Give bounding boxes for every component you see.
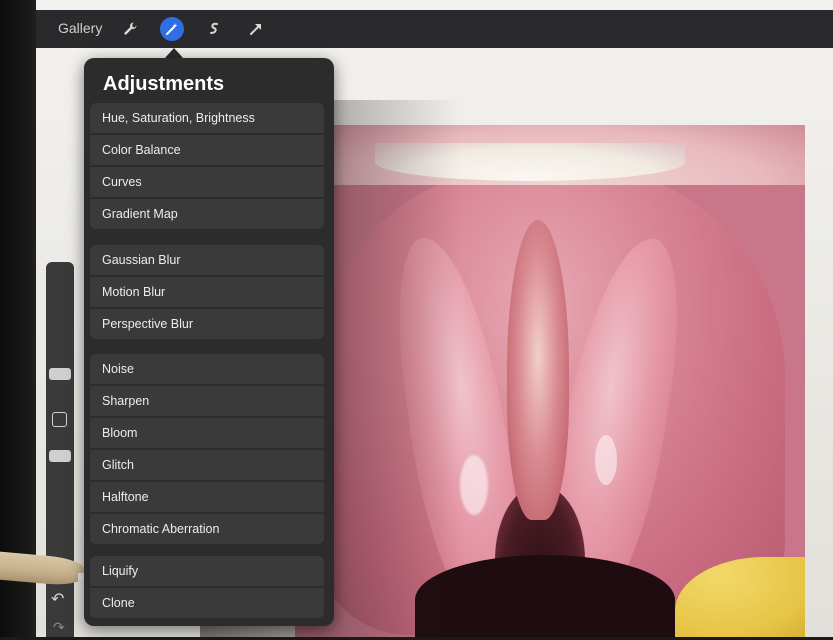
menu-item-chromatic-aberration[interactable]: Chromatic Aberration <box>90 514 324 544</box>
menu-item-glitch[interactable]: Glitch <box>90 450 324 480</box>
menu-item-gaussian-blur[interactable]: Gaussian Blur <box>90 245 324 275</box>
brush-size-slider-handle[interactable] <box>49 368 71 380</box>
magic-wand-icon[interactable] <box>160 17 184 41</box>
photo-highlight <box>460 455 488 515</box>
photo-highlight <box>595 435 617 485</box>
menu-item-clone[interactable]: Clone <box>90 588 324 618</box>
device-bezel <box>0 0 40 637</box>
menu-item-motion-blur[interactable]: Motion Blur <box>90 277 324 307</box>
undo-icon[interactable]: ↶ <box>51 589 64 609</box>
adjustments-popover: Adjustments Hue, Saturation, Brightness … <box>84 58 334 626</box>
top-toolbar: Gallery <box>36 10 833 48</box>
wrench-icon[interactable] <box>118 17 142 41</box>
redo-icon[interactable]: ↷ <box>53 619 65 636</box>
menu-item-gradient-map[interactable]: Gradient Map <box>90 199 324 229</box>
menu-item-bloom[interactable]: Bloom <box>90 418 324 448</box>
popover-title: Adjustments <box>103 73 225 95</box>
photo-uvula <box>507 220 569 520</box>
opacity-slider-handle[interactable] <box>49 450 71 462</box>
menu-item-curves[interactable]: Curves <box>90 167 324 197</box>
selection-icon[interactable] <box>202 17 226 41</box>
menu-item-halftone[interactable]: Halftone <box>90 482 324 512</box>
menu-item-hue-saturation-brightness[interactable]: Hue, Saturation, Brightness <box>90 103 324 133</box>
menu-item-sharpen[interactable]: Sharpen <box>90 386 324 416</box>
menu-item-perspective-blur[interactable]: Perspective Blur <box>90 309 324 339</box>
menu-item-noise[interactable]: Noise <box>90 354 324 384</box>
modify-square-icon[interactable] <box>52 412 67 427</box>
transform-arrow-icon[interactable] <box>244 17 268 41</box>
menu-item-liquify[interactable]: Liquify <box>90 556 324 586</box>
gallery-button[interactable]: Gallery <box>58 20 102 36</box>
menu-item-color-balance[interactable]: Color Balance <box>90 135 324 165</box>
